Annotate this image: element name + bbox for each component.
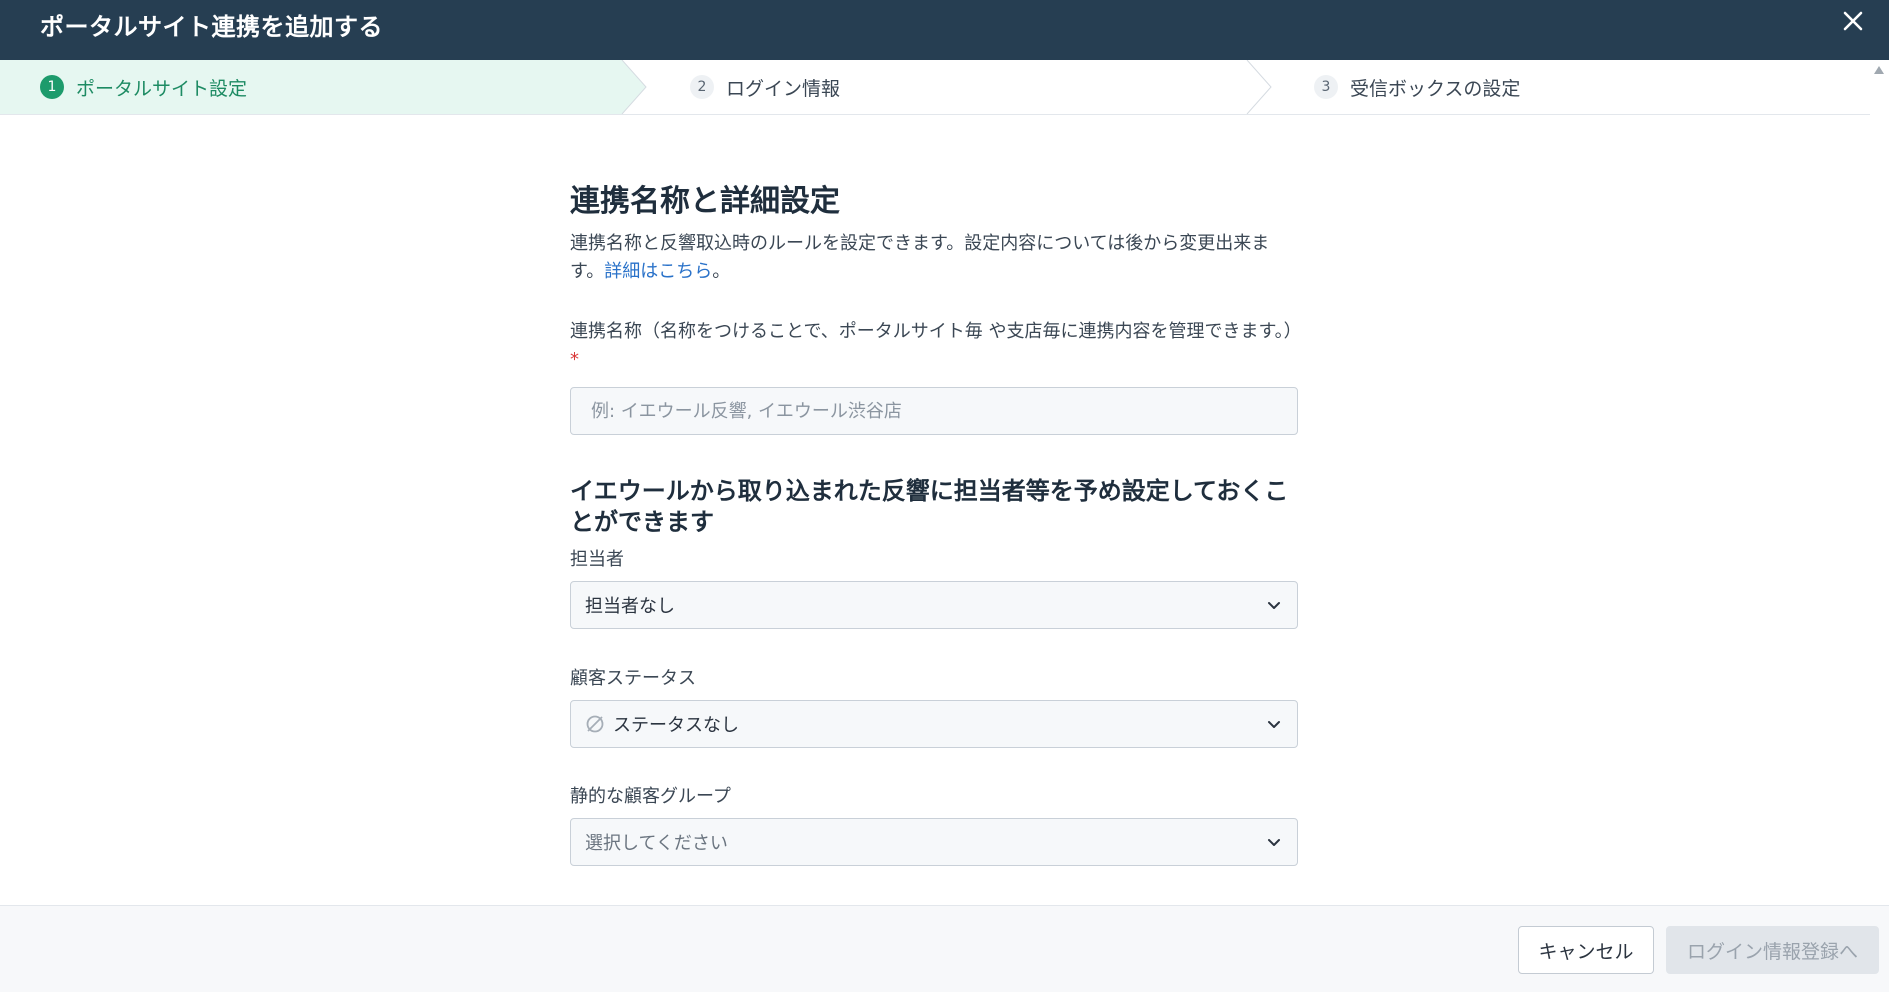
step-number: 3 xyxy=(1314,75,1338,99)
customer-group-value: 選択してください xyxy=(585,833,728,854)
customer-group-label: 静的な顧客グループ xyxy=(570,786,731,807)
chevron-down-icon xyxy=(1268,602,1280,609)
connection-name-input[interactable] xyxy=(570,387,1298,435)
scrollbar[interactable] xyxy=(1870,60,1889,905)
step-label: 受信ボックスの設定 xyxy=(1350,77,1521,100)
stepper-background xyxy=(0,60,1272,114)
step-login-info[interactable]: 2 ログイン情報 xyxy=(690,60,840,114)
chevron-down-icon xyxy=(1268,721,1280,728)
preset-title: イエウールから取り込まれた反響に担当者等を予め設定しておくことができます xyxy=(570,477,1289,536)
modal-title: ポータルサイト連携を追加する xyxy=(40,13,383,41)
assignee-label: 担当者 xyxy=(570,549,624,570)
assignee-select[interactable]: 担当者なし xyxy=(570,581,1298,629)
details-link[interactable]: 詳細はこちら xyxy=(604,261,712,282)
section-description: 連携名称と反響取込時のルールを設定できます。設定内容については後から変更出来ます… xyxy=(570,230,1298,286)
modal-header: ポータルサイト連携を追加する xyxy=(0,0,1889,60)
next-login-info-button[interactable]: ログイン情報登録へ xyxy=(1666,926,1879,974)
no-status-icon xyxy=(586,715,604,733)
required-mark: * xyxy=(570,349,579,370)
step-progress: 1 ポータルサイト設定 2 ログイン情報 3 受信ボックスの設定 xyxy=(0,60,1870,115)
name-field-label: 連携名称（名称をつけることで、ポータルサイト毎 や支店毎に連携内容を管理できます… xyxy=(570,318,1302,374)
customer-status-value: ステータスなし xyxy=(613,715,739,736)
step-number: 2 xyxy=(690,75,714,99)
close-icon[interactable] xyxy=(1836,4,1870,38)
step-label: ログイン情報 xyxy=(726,77,841,100)
chevron-down-icon xyxy=(1268,839,1280,846)
description-suffix: 。 xyxy=(712,261,731,282)
modal-footer: キャンセル ログイン情報登録へ xyxy=(0,905,1889,992)
scroll-up-icon[interactable] xyxy=(1874,66,1884,74)
cancel-button[interactable]: キャンセル xyxy=(1518,926,1654,974)
name-label-text: 連携名称（名称をつけることで、ポータルサイト毎 や支店毎に連携内容を管理できます… xyxy=(570,321,1302,342)
section-title: 連携名称と詳細設定 xyxy=(570,184,840,219)
customer-group-select[interactable]: 選択してください xyxy=(570,818,1298,866)
step-number: 1 xyxy=(40,75,64,99)
step-portal-settings[interactable]: 1 ポータルサイト設定 xyxy=(40,60,247,114)
step-inbox-settings[interactable]: 3 受信ボックスの設定 xyxy=(1314,60,1520,114)
step-label: ポータルサイト設定 xyxy=(76,77,248,100)
assignee-value: 担当者なし xyxy=(585,596,675,617)
form-content: 連携名称と詳細設定 連携名称と反響取込時のルールを設定できます。設定内容について… xyxy=(570,114,1302,866)
customer-status-label: 顧客ステータス xyxy=(570,668,696,689)
customer-status-select[interactable]: ステータスなし xyxy=(570,700,1298,748)
